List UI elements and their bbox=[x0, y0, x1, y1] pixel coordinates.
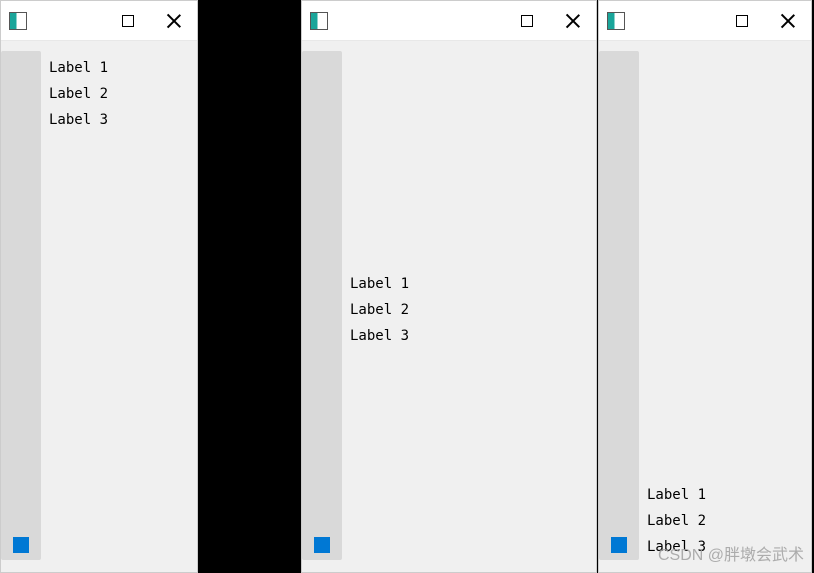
label-2: Label 2 bbox=[647, 508, 706, 534]
window-2: Label 1Label 2Label 3 bbox=[301, 0, 597, 573]
maximize-button[interactable] bbox=[504, 1, 550, 40]
close-icon bbox=[781, 14, 795, 28]
label-group: Label 1Label 2Label 3 bbox=[49, 55, 108, 133]
maximize-icon bbox=[521, 15, 533, 27]
vertical-slider[interactable] bbox=[599, 41, 639, 572]
app-icon bbox=[607, 12, 625, 30]
close-button[interactable] bbox=[151, 1, 197, 40]
slider-track[interactable] bbox=[599, 51, 639, 560]
label-group: Label 1Label 2Label 3 bbox=[350, 271, 409, 349]
client-area: Label 1Label 2Label 3 bbox=[599, 41, 811, 572]
label-area: Label 1Label 2Label 3 bbox=[41, 41, 197, 572]
label-1: Label 1 bbox=[49, 55, 108, 81]
app-icon bbox=[310, 12, 328, 30]
window-3: Label 1Label 2Label 3 bbox=[598, 0, 812, 573]
label-2: Label 2 bbox=[49, 81, 108, 107]
slider-track[interactable] bbox=[1, 51, 41, 560]
vertical-slider[interactable] bbox=[1, 41, 41, 572]
titlebar[interactable] bbox=[599, 1, 811, 41]
label-3: Label 3 bbox=[647, 534, 706, 560]
slider-handle[interactable] bbox=[314, 537, 330, 553]
window-1: Label 1Label 2Label 3 bbox=[0, 0, 198, 573]
label-2: Label 2 bbox=[350, 297, 409, 323]
slider-handle[interactable] bbox=[13, 537, 29, 553]
close-icon bbox=[167, 14, 181, 28]
label-1: Label 1 bbox=[647, 482, 706, 508]
maximize-icon bbox=[122, 15, 134, 27]
close-icon bbox=[566, 14, 580, 28]
label-3: Label 3 bbox=[49, 107, 108, 133]
label-group: Label 1Label 2Label 3 bbox=[647, 482, 706, 560]
client-area: Label 1Label 2Label 3 bbox=[1, 41, 197, 572]
titlebar[interactable] bbox=[1, 1, 197, 41]
close-button[interactable] bbox=[765, 1, 811, 40]
slider-handle[interactable] bbox=[611, 537, 627, 553]
label-area: Label 1Label 2Label 3 bbox=[639, 41, 811, 572]
maximize-icon bbox=[736, 15, 748, 27]
label-1: Label 1 bbox=[350, 271, 409, 297]
client-area: Label 1Label 2Label 3 bbox=[302, 41, 596, 572]
vertical-slider[interactable] bbox=[302, 41, 342, 572]
maximize-button[interactable] bbox=[105, 1, 151, 40]
titlebar[interactable] bbox=[302, 1, 596, 41]
close-button[interactable] bbox=[550, 1, 596, 40]
maximize-button[interactable] bbox=[719, 1, 765, 40]
app-icon bbox=[9, 12, 27, 30]
label-3: Label 3 bbox=[350, 323, 409, 349]
label-area: Label 1Label 2Label 3 bbox=[342, 41, 596, 572]
slider-track[interactable] bbox=[302, 51, 342, 560]
